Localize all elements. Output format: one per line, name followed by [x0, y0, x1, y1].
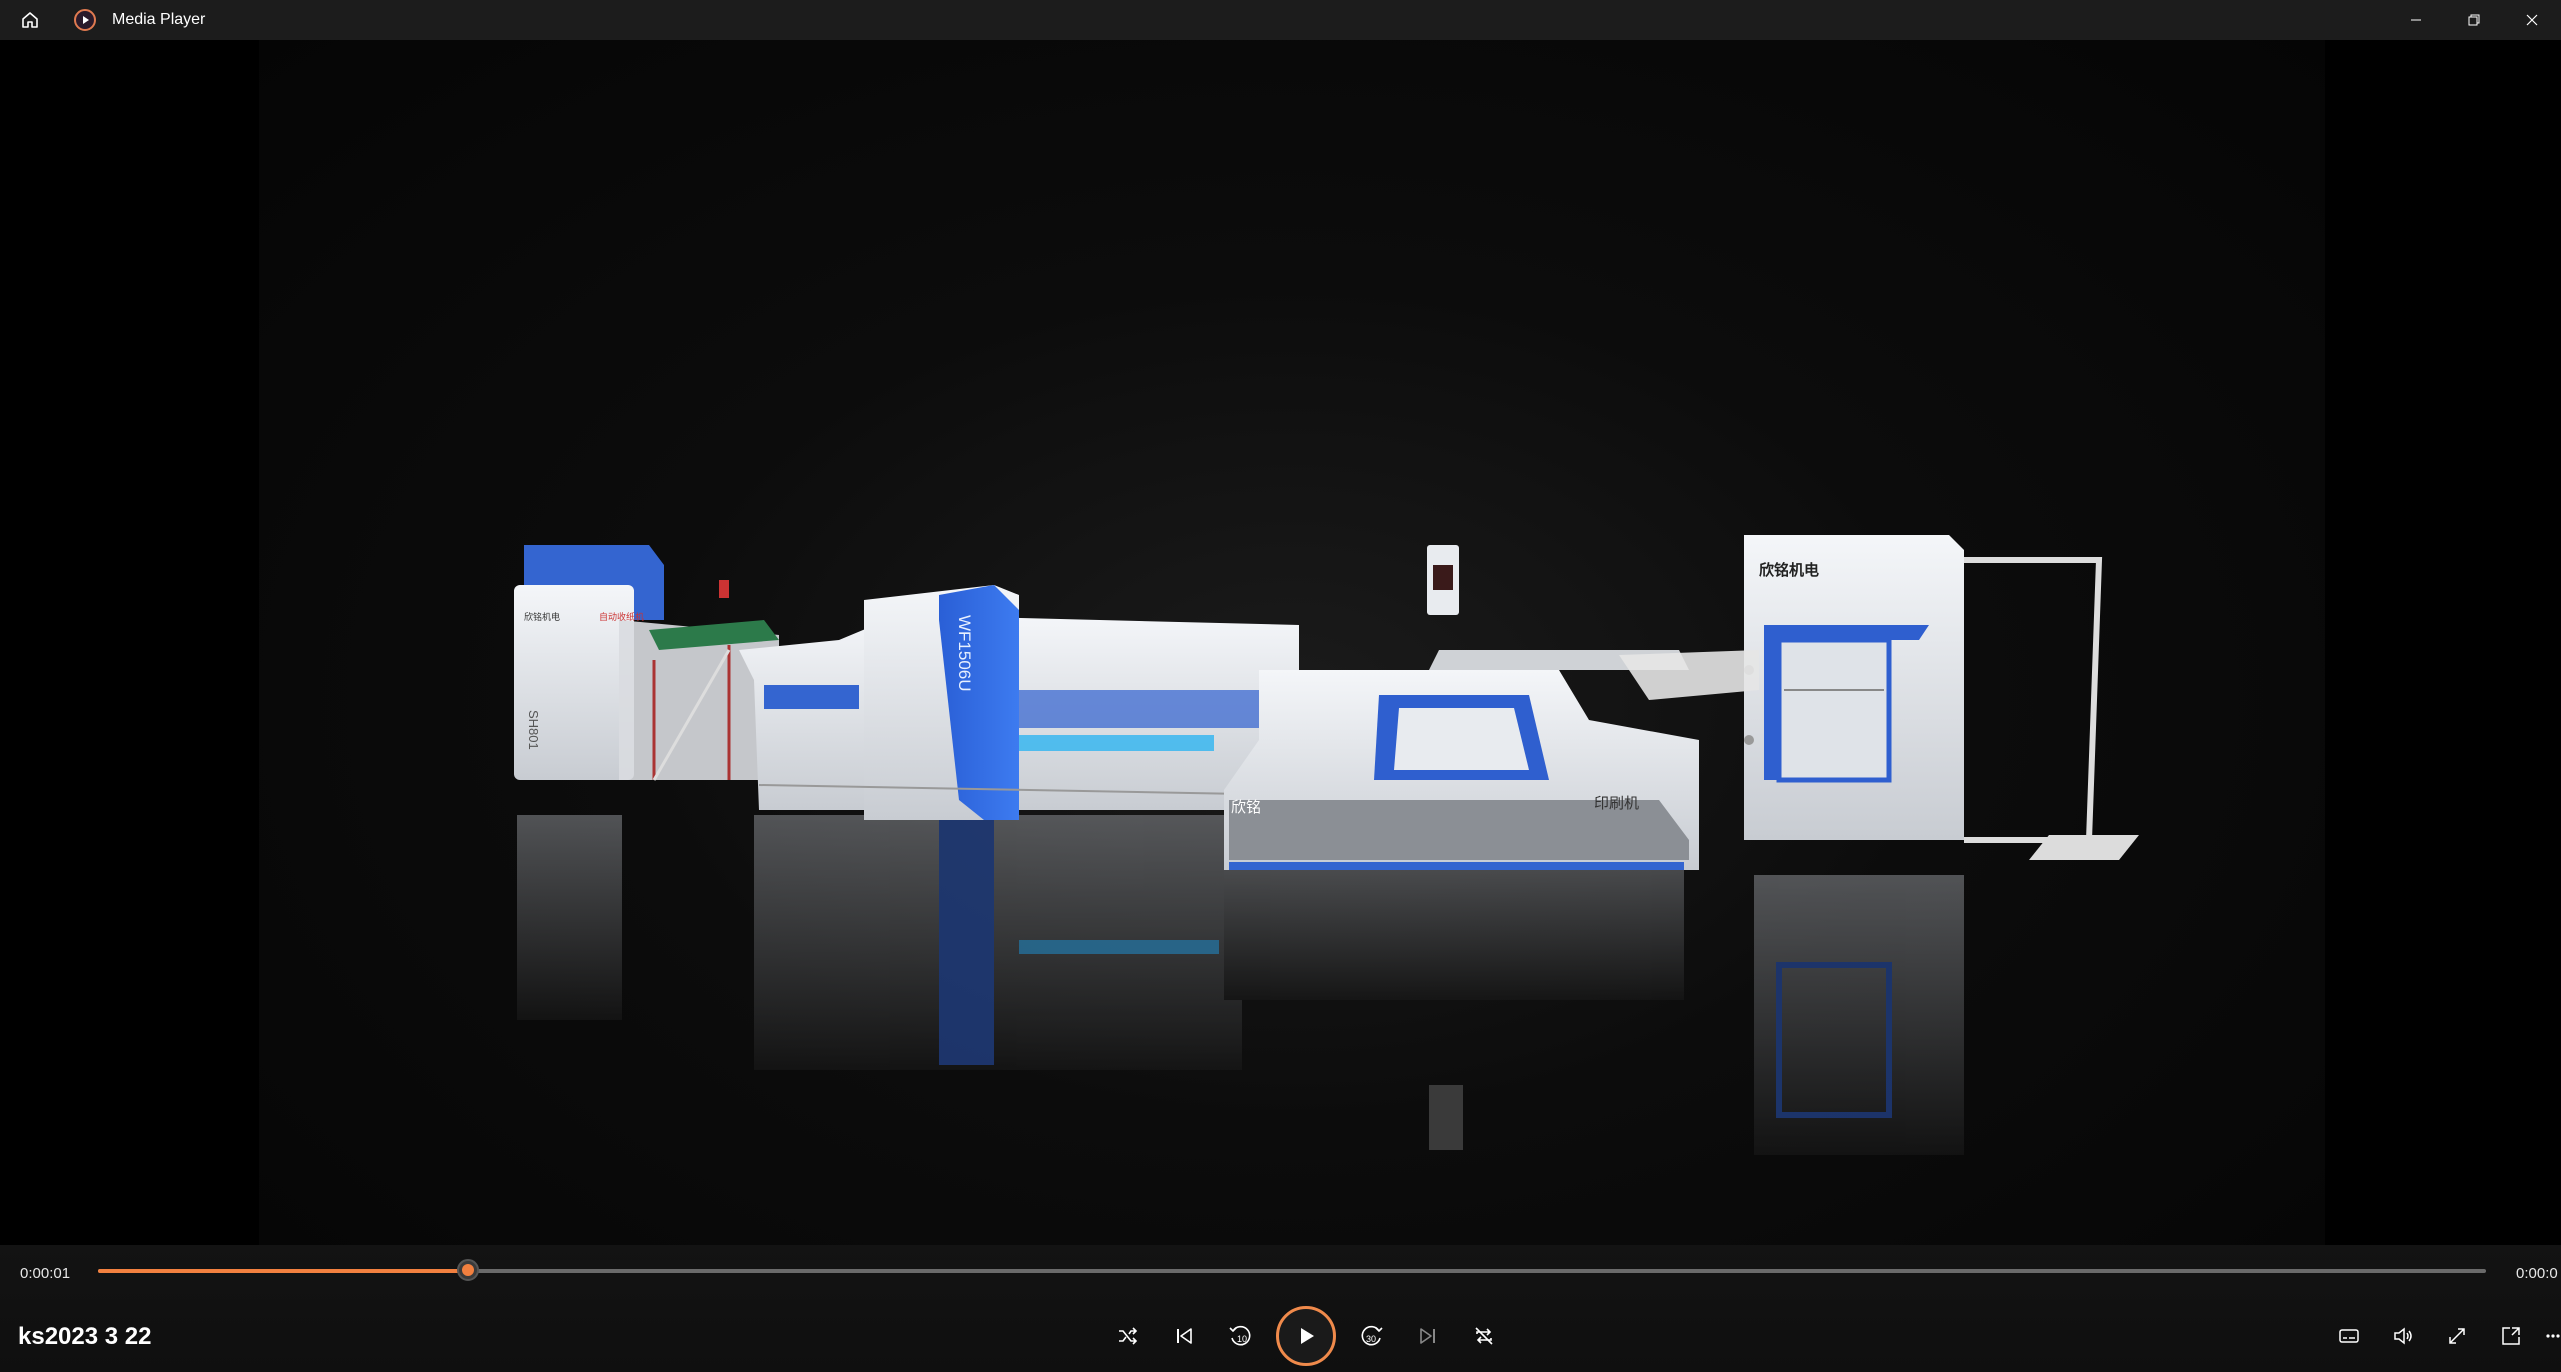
seek-thumb[interactable]: [457, 1259, 480, 1281]
restore-button[interactable]: [2445, 0, 2503, 40]
subtitles-button[interactable]: [2329, 1316, 2369, 1356]
svg-text:欣铭机电: 欣铭机电: [524, 611, 560, 622]
previous-button[interactable]: [1164, 1316, 1204, 1356]
video-area[interactable]: 欣铭机电 自动收纸机 SH801 WF1506U 欣铭 印刷机 欣铭机电: [0, 40, 2561, 1245]
stacker-label: 欣铭机电: [1759, 561, 1819, 579]
mini-view-button[interactable]: [2491, 1316, 2531, 1356]
media-title: ks2023 3 22: [18, 1323, 152, 1350]
svg-text:10: 10: [1237, 1334, 1247, 1344]
forward-30-icon: 30: [1361, 1325, 1383, 1346]
next-button[interactable]: [1408, 1316, 1448, 1356]
home-button[interactable]: [10, 0, 50, 40]
unit3-label: WF1506U: [955, 615, 974, 692]
media-player-icon: [72, 7, 98, 33]
shuffle-icon: [1119, 1327, 1138, 1345]
close-button[interactable]: [2503, 0, 2561, 40]
fullscreen-button[interactable]: [2437, 1316, 2477, 1356]
volume-button[interactable]: [2383, 1316, 2423, 1356]
window-title: Media Player: [112, 11, 206, 28]
player-controls: 0:00:01 0:00:0 ks2023 3 22 10 30: [0, 1245, 2561, 1372]
machine-printer: 欣铭 印刷机: [1224, 545, 1699, 870]
volume-icon: [2394, 1327, 2412, 1345]
restore-icon: [2468, 14, 2480, 26]
repeat-off-icon: [1475, 1327, 1493, 1345]
right-controls: [2322, 1308, 2561, 1364]
skip-previous-icon: [1177, 1328, 1192, 1344]
close-icon: [2526, 14, 2538, 26]
transport-controls: 10 30: [1100, 1306, 1512, 1366]
repeat-button[interactable]: [1464, 1316, 1504, 1356]
svg-text:自动收纸机: 自动收纸机: [599, 611, 644, 622]
video-frame[interactable]: 欣铭机电 自动收纸机 SH801 WF1506U 欣铭 印刷机 欣铭机电: [259, 40, 2325, 1245]
printer-brand-label: 欣铭: [1231, 799, 1261, 816]
machine-coater: WF1506U: [739, 585, 1300, 820]
rewind-10-button[interactable]: 10: [1220, 1316, 1260, 1356]
shuffle-button[interactable]: [1108, 1316, 1148, 1356]
printer-label: 印刷机: [1594, 795, 1639, 812]
play-button[interactable]: [1276, 1306, 1336, 1366]
svg-text:30: 30: [1366, 1334, 1376, 1344]
play-icon: [1301, 1328, 1314, 1344]
subtitles-icon: [2339, 1329, 2359, 1343]
video-content-machine: 欣铭机电 自动收纸机 SH801 WF1506U 欣铭 印刷机 欣铭机电: [514, 535, 2139, 1155]
rewind-10-icon: 10: [1229, 1325, 1251, 1346]
current-time: 0:00:01: [20, 1265, 71, 1282]
unit1-label: SH801: [526, 710, 541, 750]
fullscreen-icon: [2449, 1328, 2465, 1344]
minimize-icon: [2411, 19, 2421, 21]
seek-bar-progress: [98, 1269, 469, 1273]
home-icon: [22, 12, 38, 28]
more-options-button[interactable]: [2545, 1316, 2561, 1356]
title-bar: Media Player: [0, 0, 2561, 40]
more-icon: [2546, 1334, 2560, 1338]
forward-30-button[interactable]: 30: [1352, 1316, 1392, 1356]
end-time: 0:00:0: [2516, 1265, 2558, 1282]
skip-next-icon: [1420, 1328, 1435, 1344]
minimize-button[interactable]: [2387, 0, 2445, 40]
mini-view-icon: [2502, 1327, 2520, 1345]
machine-feeder: 欣铭机电 自动收纸机 SH801: [514, 545, 779, 781]
